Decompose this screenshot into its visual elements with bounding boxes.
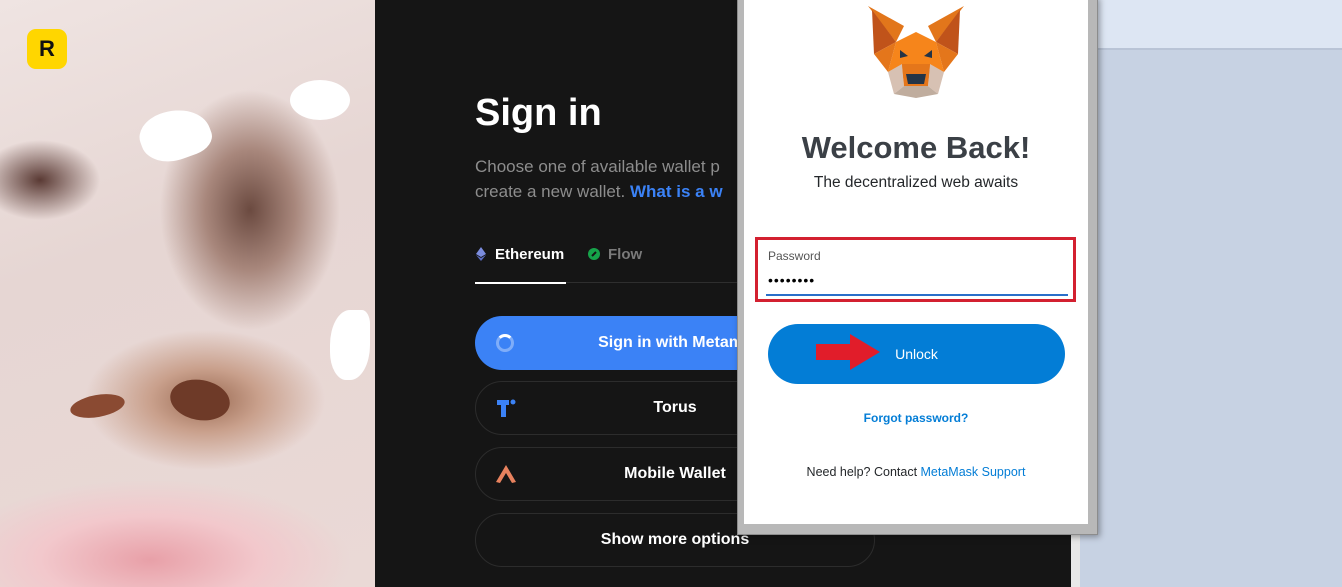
ethereum-icon [475, 246, 487, 262]
metamask-popup: Welcome Back! The decentralized web awai… [744, 0, 1088, 524]
page-title: Sign in [475, 92, 602, 134]
password-label: Password [768, 249, 821, 263]
button-label: Torus [653, 399, 697, 416]
art-shape [330, 310, 370, 380]
tab-ethereum[interactable]: Ethereum [475, 246, 566, 284]
background-window-titlebar [1096, 0, 1342, 50]
help-text: Need help? Contact MetaMask Support [744, 465, 1088, 479]
tab-flow[interactable]: Flow [588, 246, 642, 282]
what-is-wallet-link[interactable]: What is a w [630, 182, 723, 201]
subtitle-text: create a new wallet. [475, 182, 630, 201]
mobile-wallet-icon [494, 462, 518, 486]
forgot-password-link[interactable]: Forgot password? [744, 411, 1088, 425]
red-arrow-icon [816, 334, 880, 370]
help-prefix: Need help? Contact [806, 465, 921, 479]
torus-icon [494, 396, 518, 420]
art-shape [133, 99, 217, 171]
tab-label: Ethereum [495, 246, 565, 263]
unlock-button[interactable]: Unlock [768, 324, 1065, 384]
chain-tabs: Ethereum Flow [475, 246, 775, 284]
button-label: Sign in with Metama [598, 334, 752, 351]
logo-letter: R [39, 36, 55, 61]
button-label: Show more options [600, 531, 750, 548]
welcome-title: Welcome Back! [801, 130, 1031, 165]
art-shape [166, 375, 234, 425]
spinner-icon [493, 331, 517, 355]
rarible-logo[interactable]: R [27, 29, 67, 69]
metamask-fox-icon [868, 6, 964, 98]
unlock-label: Unlock [895, 346, 938, 362]
art-shape [290, 80, 350, 120]
tab-label: Flow [608, 246, 643, 263]
subtitle-line: create a new wallet. What is a w [475, 179, 745, 204]
subtitle-line: Choose one of available wallet p [475, 157, 720, 176]
button-label: Mobile Wallet [624, 465, 726, 482]
password-field[interactable] [766, 266, 1068, 296]
metamask-support-link[interactable]: MetaMask Support [921, 465, 1026, 479]
welcome-subtitle: The decentralized web awaits [813, 174, 1019, 191]
flow-icon [588, 246, 600, 262]
signin-subtitle: Choose one of available wallet p create … [475, 154, 745, 204]
artwork-panel: R [0, 0, 375, 587]
art-shape [68, 390, 127, 422]
